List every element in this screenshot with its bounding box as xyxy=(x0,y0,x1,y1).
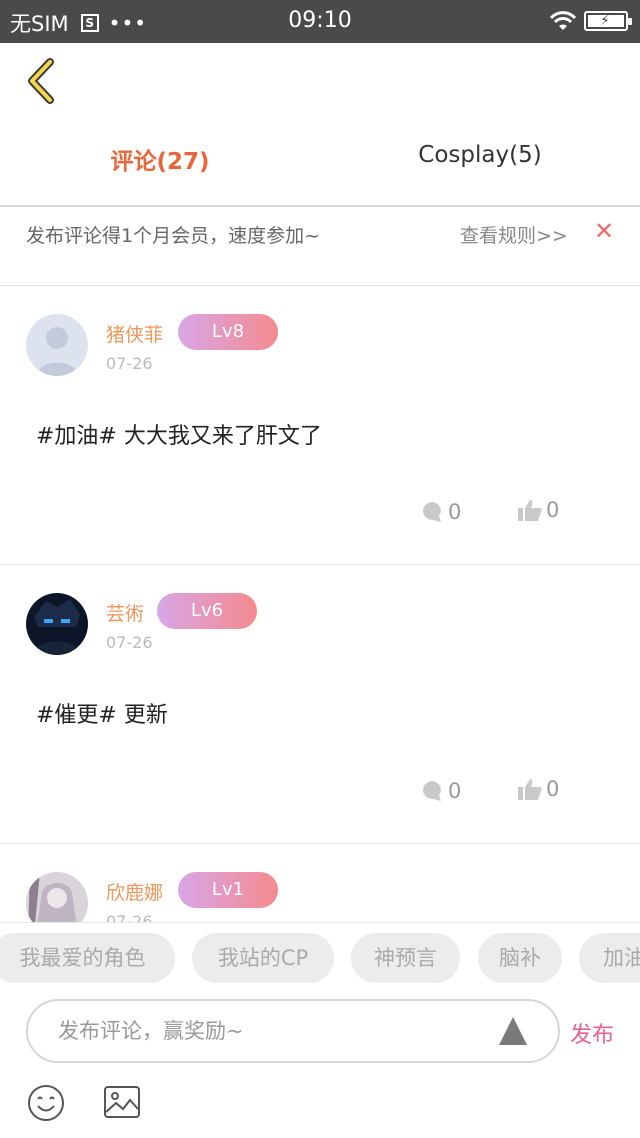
wifi-icon xyxy=(549,11,577,30)
status-bar: 无SIM S ••• 09:10 ⚡ xyxy=(0,0,640,43)
notice-banner: 发布评论得1个月会员，速度参加~ 查看规则>> ✕ xyxy=(0,207,640,285)
avatar[interactable] xyxy=(26,593,88,655)
back-button[interactable] xyxy=(22,56,62,106)
tab-comments[interactable]: 评论(27) xyxy=(0,142,320,176)
reply-button[interactable]: 0 xyxy=(421,779,461,803)
username[interactable]: 欣鹿娜 xyxy=(106,878,163,905)
level-badge: Lv6 xyxy=(157,593,257,629)
triangle-send-icon[interactable] xyxy=(498,1015,528,1047)
clock: 09:10 xyxy=(288,8,352,33)
default-avatar-icon xyxy=(26,314,88,376)
publish-button[interactable]: 发布 xyxy=(570,1017,614,1049)
topic-tag[interactable]: 神预言 xyxy=(351,933,460,983)
close-icon[interactable]: ✕ xyxy=(594,217,614,245)
comment-input-box xyxy=(26,999,560,1063)
comment-item: 芸術 Lv6 07-26 #催更# 更新 0 0 xyxy=(0,565,640,844)
level-badge: Lv8 xyxy=(178,314,278,350)
reply-button[interactable]: 0 xyxy=(421,500,461,524)
like-button[interactable]: 0 xyxy=(517,498,559,522)
thumbs-up-icon xyxy=(518,500,542,521)
tab-bar: 评论(27) Cosplay(5) xyxy=(0,128,640,190)
reply-count: 0 xyxy=(448,779,462,803)
comment-bubble-icon xyxy=(423,502,441,522)
topic-tag[interactable]: 我最爱的角色 xyxy=(0,933,175,983)
comment-content: #加油# 大大我又来了肝文了 xyxy=(36,424,322,449)
avatar[interactable] xyxy=(26,314,88,376)
username[interactable]: 猪侠菲 xyxy=(106,320,163,347)
notice-text: 发布评论得1个月会员，速度参加~ xyxy=(26,225,321,247)
battery-icon: ⚡ xyxy=(584,11,632,31)
reply-count: 0 xyxy=(448,500,462,524)
image-icon[interactable] xyxy=(103,1085,141,1119)
like-count: 0 xyxy=(546,777,560,801)
character-avatar-icon xyxy=(26,593,88,655)
comment-content: #催更# 更新 xyxy=(36,703,168,728)
comment-item: 猪侠菲 Lv8 07-26 #加油# 大大我又来了肝文了 0 0 xyxy=(0,286,640,565)
level-badge: Lv1 xyxy=(178,872,278,908)
comment-input[interactable] xyxy=(58,1013,478,1049)
like-button[interactable]: 0 xyxy=(517,777,559,801)
topic-tag[interactable]: 我站的CP xyxy=(192,933,334,983)
view-rules-link[interactable]: 查看规则>> xyxy=(460,221,568,248)
comment-compose-panel: 我最爱的角色 我站的CP 神预言 脑补 加油 发布 xyxy=(0,922,640,1138)
thumbs-up-icon xyxy=(518,779,542,800)
topic-tag[interactable]: 加油 xyxy=(579,933,640,983)
tab-cosplay[interactable]: Cosplay(5) xyxy=(320,142,640,168)
comment-date: 07-26 xyxy=(106,354,153,373)
like-count: 0 xyxy=(546,498,560,522)
emoji-icon[interactable] xyxy=(27,1084,65,1122)
topic-tag[interactable]: 脑补 xyxy=(478,933,562,983)
comment-date: 07-26 xyxy=(106,633,153,652)
comment-bubble-icon xyxy=(423,781,441,801)
topic-tags: 我最爱的角色 我站的CP 神预言 脑补 加油 xyxy=(0,933,640,985)
chevron-left-icon xyxy=(28,58,54,104)
username[interactable]: 芸術 xyxy=(106,599,144,626)
